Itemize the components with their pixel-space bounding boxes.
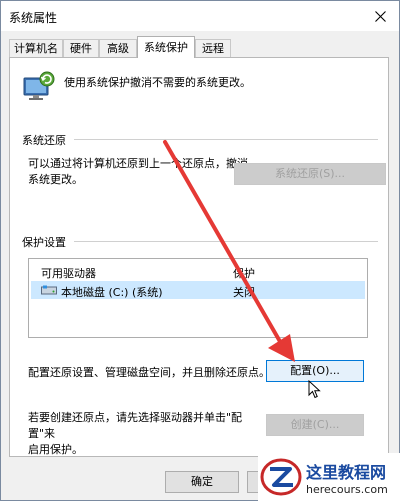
system-properties-window: 系统属性 计算机名 硬件 高级 系统保护 远程 使用系统保护撤消不需要的系统更改…	[0, 0, 400, 501]
tab-computer-name[interactable]: 计算机名	[9, 39, 63, 57]
system-restore-button[interactable]: 系统还原(S)...	[234, 163, 386, 185]
watermark-chinese: 这里教程网	[306, 463, 387, 482]
drive-icon	[41, 285, 57, 295]
drive-protection-status: 关闭	[233, 286, 255, 299]
create-description-line2: 启用保护。	[28, 443, 83, 456]
protection-section-title: 保护设置	[22, 236, 66, 249]
restore-description-line2: 系统更改。	[28, 173, 83, 186]
drive-name[interactable]: 本地磁盘 (C:) (系统)	[61, 284, 163, 300]
tab-advanced[interactable]: 高级	[99, 39, 137, 57]
tab-hardware[interactable]: 硬件	[63, 39, 99, 57]
ok-button[interactable]: 确定	[165, 471, 239, 493]
tab-panel: 使用系统保护撤消不需要的系统更改。 系统还原 可以通过将计算机还原到上一个还原点…	[9, 57, 389, 457]
restore-divider	[74, 139, 378, 140]
tab-system-protection[interactable]: 系统保护	[137, 36, 195, 58]
intro-text: 使用系统保护撤消不需要的系统更改。	[64, 76, 251, 89]
configure-description: 配置还原设置、管理磁盘空间，并且删除还原点。	[28, 366, 270, 379]
configure-button[interactable]: 配置(O)...	[266, 360, 364, 382]
close-button[interactable]	[367, 3, 393, 29]
site-logo-icon	[260, 458, 302, 496]
drive-list[interactable]: 可用驱动器 保护 本地磁盘 (C:) (系统) 关闭	[28, 258, 368, 338]
tab-remote[interactable]: 远程	[195, 39, 231, 57]
close-icon	[374, 10, 386, 22]
watermark-domain: herecours.com	[306, 483, 388, 496]
system-protection-icon	[23, 71, 55, 100]
mouse-cursor-icon	[308, 380, 321, 399]
column-header-drives: 可用驱动器	[41, 267, 96, 280]
protection-divider	[74, 241, 378, 242]
window-title: 系统属性	[9, 11, 58, 25]
restore-section-title: 系统还原	[22, 134, 66, 147]
restore-description: 可以通过将计算机还原到上一个还原点，撤消 系统更改。	[28, 156, 248, 188]
create-description: 若要创建还原点，请先选择驱动器并单击"配置"来 启用保护。	[28, 410, 268, 458]
restore-description-line1: 可以通过将计算机还原到上一个还原点，撤消	[28, 157, 248, 170]
title-bar[interactable]: 系统属性	[1, 1, 399, 31]
column-header-protection: 保护	[233, 267, 255, 280]
site-watermark: 这里教程网 herecours.com	[258, 453, 400, 501]
create-description-line1: 若要创建还原点，请先选择驱动器并单击"配置"来	[28, 411, 243, 440]
create-button[interactable]: 创建(C)...	[266, 414, 364, 436]
